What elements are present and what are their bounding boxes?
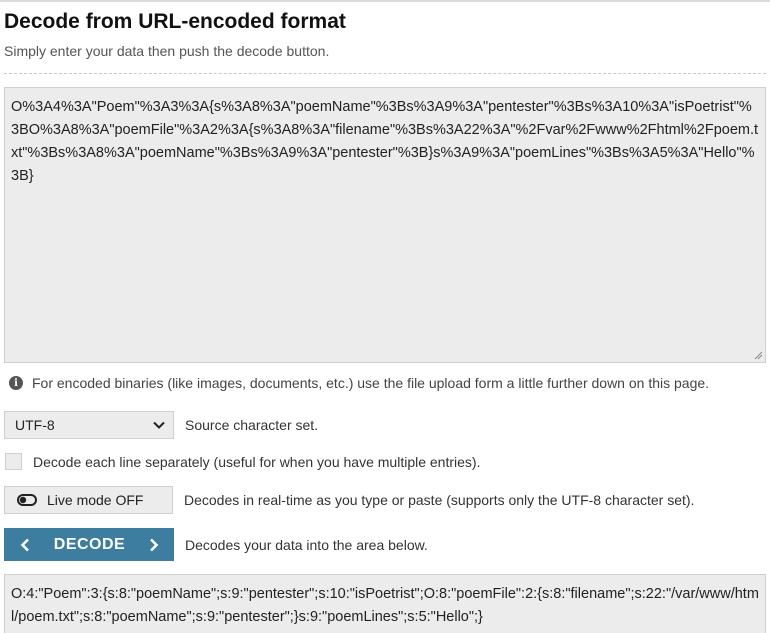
live-mode-row: Live mode OFF Decodes in real-time as yo… [4,486,694,514]
each-line-checkbox[interactable] [5,453,22,470]
resize-grip-icon[interactable] [754,351,763,360]
input-text: O%3A4%3A"Poem"%3A3%3A{s%3A8%3A"poemName"… [11,99,759,184]
chevron-down-icon [153,421,165,429]
decode-description: Decodes your data into the area below. [185,536,428,553]
each-line-label[interactable]: Decode each line separately (useful for … [33,454,480,470]
charset-select[interactable]: UTF-8 [4,411,174,439]
charset-selected: UTF-8 [15,417,55,433]
output-textarea[interactable]: O:4:"Poem":3:{s:8:"poemName";s:9:"pentes… [4,574,766,633]
top-border [0,0,770,2]
info-note: i For encoded binaries (like images, doc… [9,375,709,391]
chevron-right-icon [150,538,159,551]
divider [4,73,766,74]
charset-label: Source character set. [185,417,319,433]
input-textarea[interactable]: O%3A4%3A"Poem"%3A3%3A{s%3A8%3A"poemName"… [4,87,766,363]
live-mode-label: Live mode OFF [47,492,144,508]
chevron-left-icon [20,538,29,551]
toggle-off-icon [17,494,37,506]
decode-button[interactable]: DECODE [4,528,174,561]
output-text: O:4:"Poem":3:{s:8:"poemName";s:9:"pentes… [11,586,759,625]
charset-row: UTF-8 Source character set. [4,411,318,439]
live-mode-button[interactable]: Live mode OFF [4,486,173,514]
info-icon: i [9,376,23,390]
live-mode-description: Decodes in real-time as you type or past… [184,492,695,508]
decode-label: DECODE [53,535,126,553]
page-title: Decode from URL-encoded format [4,10,346,33]
page-subtitle: Simply enter your data then push the dec… [4,43,330,59]
decode-row: DECODE Decodes your data into the area b… [4,528,428,561]
each-line-row: Decode each line separately (useful for … [4,453,480,470]
info-text: For encoded binaries (like images, docum… [32,375,710,391]
